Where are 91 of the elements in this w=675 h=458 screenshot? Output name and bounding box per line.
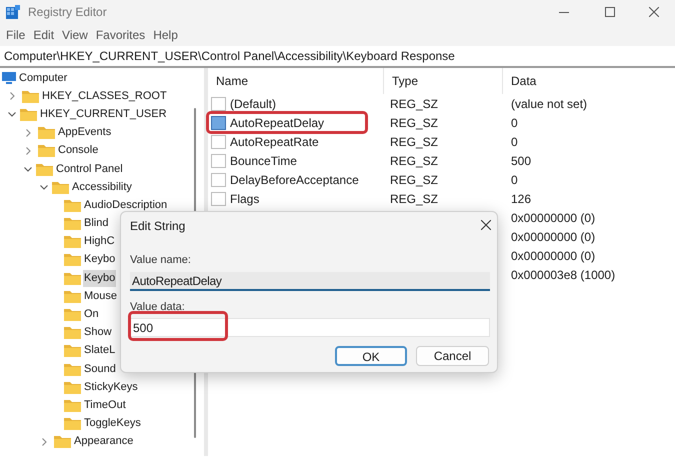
folder-icon	[38, 144, 55, 158]
tree-item[interactable]: Computer	[18, 70, 68, 87]
app-icon	[6, 5, 20, 19]
column-header[interactable]: Name	[216, 72, 248, 90]
tree-item[interactable]: StickyKeys	[83, 378, 139, 396]
tree-item[interactable]: SlateL	[83, 342, 116, 360]
folder-icon	[64, 272, 81, 285]
tree-item[interactable]: HKEY_CLASSES_ROOT	[41, 88, 168, 105]
folder-icon	[36, 162, 53, 176]
folder-icon	[38, 126, 55, 140]
close-icon[interactable]	[481, 220, 491, 230]
value-type: REG_SZ	[390, 134, 438, 148]
tree-item[interactable]: Appearance	[73, 433, 134, 450]
folder-icon	[64, 380, 81, 394]
value-name-field[interactable]: AutoRepeatDelay	[130, 272, 490, 291]
tree-item[interactable]: Sound	[83, 360, 117, 378]
folder-icon	[64, 308, 81, 322]
tree-item[interactable]: AudioDescription	[83, 196, 168, 214]
dialog-button[interactable]: OK	[335, 346, 407, 366]
value-data: 126	[511, 192, 532, 206]
menu-item[interactable]: Help	[149, 26, 182, 44]
chevron-down-icon[interactable]	[8, 112, 16, 117]
tree-item[interactable]: Console	[57, 142, 100, 160]
folder-icon	[64, 417, 81, 430]
tree-item[interactable]: HKEY_CURRENT_USER	[39, 106, 168, 123]
value-name[interactable]: DelayBeforeAcceptance	[230, 170, 359, 188]
folder-icon	[20, 108, 37, 121]
value-name[interactable]: (Default)	[230, 94, 276, 112]
tree-item[interactable]: Show	[83, 324, 113, 342]
chevron-right-icon[interactable]	[10, 92, 15, 100]
chevron-down-icon[interactable]	[24, 166, 32, 172]
tree-item[interactable]: AppEvents	[57, 124, 112, 142]
value-data: 0x00000000 (0)	[511, 248, 596, 262]
value-data-label: Value data:	[130, 300, 185, 315]
column-header[interactable]: Type	[392, 72, 418, 90]
value-type: REG_SZ	[390, 96, 438, 110]
folder-icon	[64, 235, 81, 248]
value-name[interactable]: BounceTime	[230, 152, 297, 170]
tree-item[interactable]: ToggleKeys	[83, 415, 142, 432]
address-bar[interactable]: Computer\HKEY_CURRENT_USER\Control Panel\Accessibility\Keyboard Response	[0, 47, 455, 65]
folder-icon	[64, 362, 81, 376]
chevron-right-icon[interactable]	[42, 438, 47, 446]
folder-icon	[64, 290, 81, 303]
folder-icon	[54, 435, 71, 448]
tree-item[interactable]: Mouse	[83, 288, 118, 305]
menu-item[interactable]: View	[58, 26, 92, 44]
folder-icon	[52, 180, 69, 194]
value-data: 0x000003e8 (1000)	[511, 268, 616, 282]
column-header[interactable]: Data	[511, 72, 536, 90]
menu-item[interactable]: Favorites	[92, 26, 150, 44]
value-data: 0x00000000 (0)	[511, 210, 596, 224]
folder-icon	[64, 253, 81, 266]
value-data: 500	[511, 154, 532, 168]
value-data: 0	[511, 172, 518, 186]
tree-item[interactable]: Accessibility	[71, 178, 133, 196]
value-type: REG_SZ	[390, 116, 438, 130]
folder-icon	[22, 90, 39, 103]
tree-item[interactable]: HighC	[83, 233, 116, 250]
tree-item[interactable]: Blind	[83, 215, 110, 232]
tree-item[interactable]: Keybo	[83, 270, 116, 287]
tree-item[interactable]: TimeOut	[83, 396, 127, 414]
menu-item[interactable]: Edit	[29, 26, 58, 44]
chevron-right-icon[interactable]	[26, 128, 31, 137]
tree-item[interactable]: Keybo	[83, 251, 116, 268]
computer-icon	[2, 72, 16, 84]
dialog-button[interactable]: Cancel	[416, 346, 489, 366]
folder-icon	[64, 198, 81, 212]
value-data: (value not set)	[511, 96, 588, 110]
value-data: 0	[511, 134, 518, 148]
tree-item[interactable]: Control Panel	[55, 160, 124, 178]
value-name[interactable]: AutoRepeatDelay	[230, 114, 324, 132]
value-data-field[interactable]: 500	[130, 318, 490, 337]
folder-icon	[64, 398, 81, 412]
folder-icon	[64, 344, 81, 358]
chevron-down-icon[interactable]	[40, 184, 48, 190]
value-name[interactable]: AutoRepeatRate	[230, 132, 319, 150]
folder-icon	[64, 326, 81, 340]
value-type: REG_SZ	[390, 172, 438, 186]
value-data: 0x00000000 (0)	[511, 230, 596, 244]
value-name[interactable]: Flags	[230, 190, 260, 208]
chevron-right-icon[interactable]	[26, 146, 31, 155]
menu-item[interactable]: File	[2, 26, 30, 44]
value-data: 0	[511, 116, 518, 130]
value-name-label: Value name:	[130, 253, 191, 268]
window-title: Registry Editor	[28, 4, 107, 21]
value-type: REG_SZ	[390, 154, 438, 168]
folder-icon	[64, 217, 81, 230]
dialog-title: Edit String	[130, 218, 186, 235]
tree-item[interactable]: On	[83, 306, 100, 324]
value-type: REG_SZ	[390, 192, 438, 206]
close-icon[interactable]	[649, 7, 659, 17]
